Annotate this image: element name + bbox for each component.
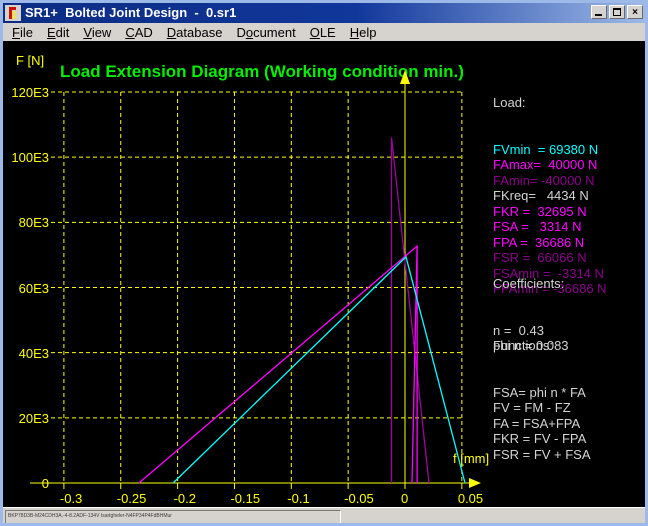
status-text: BKP78D3B-M24CDH3A,-4-8.2ADF-134V Isartgh… <box>5 510 341 524</box>
maximize-button[interactable] <box>609 5 625 19</box>
panel-line: FSA = 3314 N <box>493 219 607 235</box>
coefficients-title: Coefficients: <box>493 276 569 292</box>
function-values: FSA= phi n * FAFV = FM - FZFA = FSA+FPAF… <box>493 385 591 463</box>
panel-line: FAmax= 40000 N <box>493 157 607 173</box>
panel-line: FV = FM - FZ <box>493 400 591 416</box>
menu-item-edit[interactable]: Edit <box>40 24 76 41</box>
minimize-icon <box>595 14 602 16</box>
panel-line: FSR = FV + FSA <box>493 447 591 463</box>
x-axis-label: f [mm] <box>453 451 489 466</box>
window-title: SR1+ Bolted Joint Design - 0.sr1 <box>25 3 236 23</box>
menu-bar: FileEditViewCADDatabaseDocumentOLEHelp <box>3 23 645 41</box>
menu-item-help[interactable]: Help <box>343 24 384 41</box>
maximize-icon <box>613 8 621 16</box>
panel-line: FKR = 32695 N <box>493 204 607 220</box>
panel-line: FAmin= -40000 N <box>493 173 607 189</box>
series-bolt-load-line <box>139 246 417 483</box>
minimize-button[interactable] <box>591 5 607 19</box>
title-bar: SR1+ Bolted Joint Design - 0.sr1 × <box>3 3 645 23</box>
menu-item-database[interactable]: Database <box>160 24 230 41</box>
app-icon <box>5 5 21 21</box>
panel-line: FVmin = 69380 N <box>493 142 607 158</box>
results-panel: Load: FVmin = 69380 NFAmax= 40000 NFAmin… <box>493 41 643 507</box>
load-title: Load: <box>493 95 607 111</box>
status-bar: BKP78D3B-M24CDH3A,-4-8.2ADF-134V Isartgh… <box>3 507 645 523</box>
menu-item-document[interactable]: Document <box>229 24 302 41</box>
y-axis-label: F [N] <box>16 53 44 68</box>
close-icon: × <box>632 7 638 18</box>
menu-item-ole[interactable]: OLE <box>303 24 343 41</box>
menu-item-file[interactable]: File <box>5 24 40 41</box>
chart-client-area: Load Extension Diagram (Working conditio… <box>3 41 645 507</box>
panel-line: FKreq= 4434 N <box>493 188 607 204</box>
close-button[interactable]: × <box>627 5 643 19</box>
panel-line: FSA= phi n * FA <box>493 385 591 401</box>
panel-line: FKR = FV - FPA <box>493 431 591 447</box>
series-clamped-parts-line <box>173 257 465 483</box>
menu-item-cad[interactable]: CAD <box>118 24 159 41</box>
panel-line: FA = FSA+FPA <box>493 416 591 432</box>
app-window: SR1+ Bolted Joint Design - 0.sr1 × FileE… <box>0 0 648 526</box>
functions-block: Functions: FSA= phi n * FAFV = FM - FZFA… <box>493 307 591 493</box>
x-axis-arrow <box>469 478 481 488</box>
f-axis-arrow <box>400 70 410 84</box>
menu-item-view[interactable]: View <box>76 24 118 41</box>
series-fsr-spike <box>392 137 430 483</box>
functions-title: Functions: <box>493 338 591 354</box>
